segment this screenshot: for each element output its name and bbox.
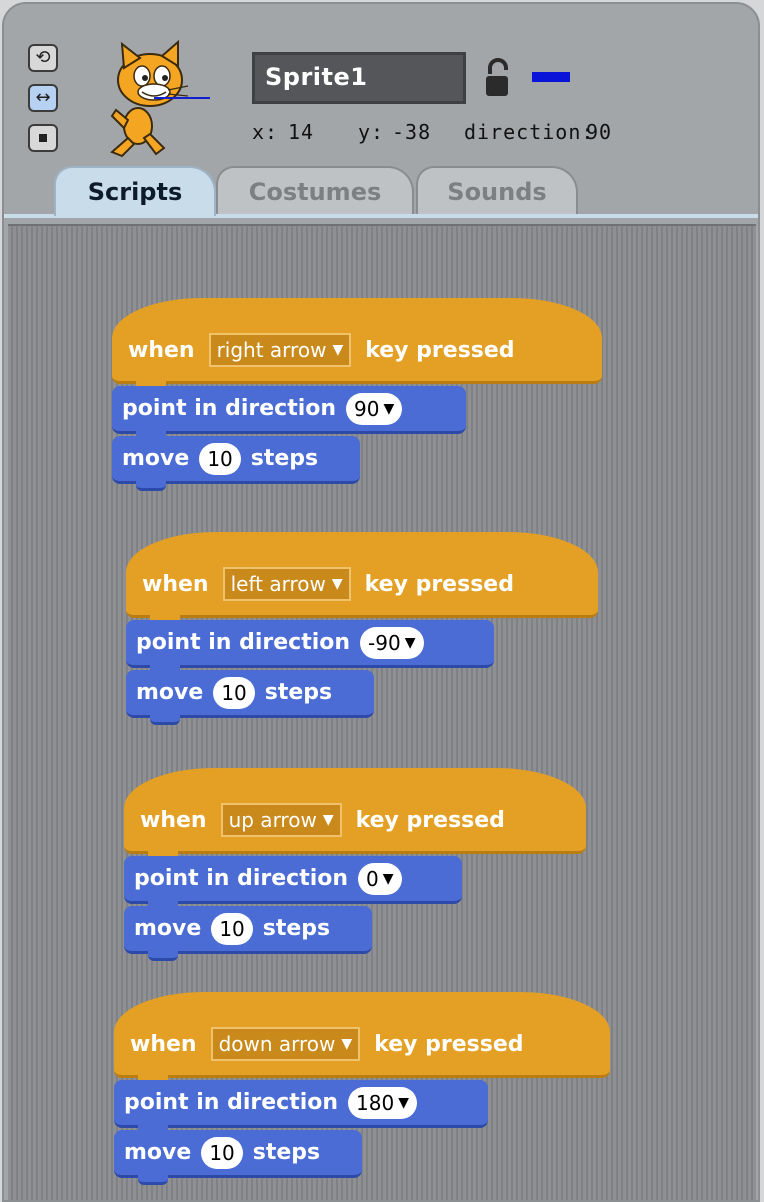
direction-indicator — [532, 72, 570, 82]
point-in-direction-block[interactable]: point in direction 90 ▼ — [112, 386, 466, 441]
x-value: 14 — [288, 120, 315, 144]
point-in-direction-block[interactable]: point in direction 0 ▼ — [124, 856, 462, 911]
key-dropdown[interactable]: right arrow ▼ — [208, 333, 352, 367]
dropdown-arrow-icon: ▼ — [383, 400, 395, 417]
script-left-arrow[interactable]: when left arrow ▼ key pressed point in d… — [126, 532, 598, 725]
point-label: point in direction — [134, 866, 349, 891]
when-label: when — [128, 337, 195, 363]
move-label: move — [136, 680, 204, 705]
steps-label: steps — [252, 1140, 321, 1165]
direction-dropdown[interactable]: 90 ▼ — [346, 392, 403, 425]
steps-input[interactable]: 10 — [201, 1136, 243, 1169]
rotate-icon: ⟲ — [35, 47, 51, 68]
script-down-arrow[interactable]: when down arrow ▼ key pressed point in d… — [114, 992, 610, 1185]
when-key-pressed-block[interactable]: when up arrow ▼ key pressed — [124, 768, 586, 861]
move-steps-block[interactable]: move 10 steps — [124, 906, 372, 961]
dropdown-arrow-icon: ▼ — [322, 812, 334, 828]
key-value: left arrow — [230, 572, 326, 596]
point-in-direction-block[interactable]: point in direction 180 ▼ — [114, 1080, 488, 1135]
when-label: when — [140, 807, 207, 833]
key-dropdown[interactable]: up arrow ▼ — [220, 803, 342, 837]
left-right-style-button[interactable]: ↔ — [28, 84, 58, 112]
steps-label: steps — [250, 446, 319, 471]
direction-input-value: 180 — [356, 1090, 395, 1115]
x-label: x: — [252, 120, 279, 144]
y-value: -38 — [392, 120, 432, 144]
rotate-style-button[interactable]: ⟲ — [28, 44, 58, 72]
move-label: move — [124, 1140, 192, 1165]
direction-dropdown[interactable]: 0 ▼ — [358, 862, 402, 895]
move-label: move — [134, 916, 202, 941]
when-key-pressed-block[interactable]: when down arrow ▼ key pressed — [114, 992, 610, 1085]
direction-input-value: 0 — [366, 866, 379, 891]
key-pressed-label: key pressed — [374, 1031, 524, 1057]
dropdown-arrow-icon: ▼ — [332, 342, 344, 358]
point-label: point in direction — [136, 630, 351, 655]
direction-dropdown[interactable]: -90 ▼ — [360, 626, 424, 659]
direction-input-value: -90 — [368, 630, 401, 655]
steps-input[interactable]: 10 — [199, 442, 241, 475]
when-label: when — [142, 571, 209, 597]
direction-label: direction: — [464, 120, 595, 144]
dropdown-arrow-icon: ▼ — [331, 576, 343, 592]
point-label: point in direction — [122, 396, 337, 421]
when-key-pressed-block[interactable]: when left arrow ▼ key pressed — [126, 532, 598, 625]
steps-input[interactable]: 10 — [211, 912, 253, 945]
when-label: when — [130, 1031, 197, 1057]
tab-scripts[interactable]: Scripts — [54, 166, 216, 216]
key-dropdown[interactable]: down arrow ▼ — [210, 1027, 361, 1061]
tab-sounds[interactable]: Sounds — [416, 166, 578, 216]
direction-value: 90 — [586, 120, 613, 144]
dropdown-arrow-icon: ▼ — [382, 870, 394, 887]
move-steps-block[interactable]: move 10 steps — [114, 1130, 362, 1185]
direction-input-value: 90 — [354, 396, 380, 421]
scripts-area[interactable]: when right arrow ▼ key pressed point in … — [8, 224, 756, 1200]
key-pressed-label: key pressed — [364, 571, 514, 597]
sprite-name-field[interactable]: Sprite1 — [252, 52, 466, 104]
steps-input[interactable]: 10 — [213, 676, 255, 709]
move-label: move — [122, 446, 190, 471]
dropdown-arrow-icon: ▼ — [341, 1036, 353, 1052]
when-key-pressed-block[interactable]: when right arrow ▼ key pressed — [112, 298, 602, 391]
left-right-icon: ↔ — [35, 87, 51, 108]
move-steps-block[interactable]: move 10 steps — [126, 670, 374, 725]
point-label: point in direction — [124, 1090, 339, 1115]
tab-costumes[interactable]: Costumes — [216, 166, 414, 216]
y-label: y: — [358, 120, 385, 144]
direction-dropdown[interactable]: 180 ▼ — [348, 1086, 418, 1119]
key-value: down arrow — [218, 1032, 336, 1056]
dropdown-arrow-icon: ▼ — [398, 1094, 410, 1111]
key-pressed-label: key pressed — [365, 337, 515, 363]
point-in-direction-block[interactable]: point in direction -90 ▼ — [126, 620, 494, 675]
key-dropdown[interactable]: left arrow ▼ — [222, 567, 351, 601]
steps-label: steps — [264, 680, 333, 705]
dropdown-arrow-icon: ▼ — [404, 634, 416, 651]
script-right-arrow[interactable]: when right arrow ▼ key pressed point in … — [112, 298, 602, 491]
key-pressed-label: key pressed — [355, 807, 505, 833]
steps-label: steps — [262, 916, 331, 941]
no-rotate-icon — [39, 134, 47, 142]
sprite-panel: ⟲ ↔ Sprite1 x: 14 y: -38 direction: 90 S… — [2, 2, 760, 1202]
key-value: right arrow — [216, 338, 327, 362]
sprite-header: ⟲ ↔ Sprite1 x: 14 y: -38 direction: 90 S… — [4, 4, 758, 218]
lock-icon[interactable] — [484, 58, 514, 98]
move-steps-block[interactable]: move 10 steps — [112, 436, 360, 491]
sprite-thumbnail[interactable] — [98, 40, 218, 160]
no-rotate-style-button[interactable] — [28, 124, 58, 152]
script-up-arrow[interactable]: when up arrow ▼ key pressed point in dir… — [124, 768, 586, 961]
key-value: up arrow — [228, 808, 317, 832]
